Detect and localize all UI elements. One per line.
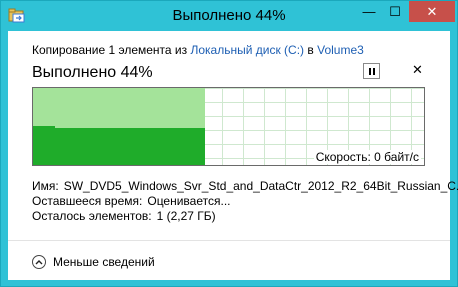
maximize-button[interactable]: ☐ xyxy=(382,1,408,22)
speed-area xyxy=(33,128,205,165)
destination-link[interactable]: Volume3 xyxy=(317,43,364,57)
name-value: SW_DVD5_Windows_Svr_Std_and_DataCtr_2012… xyxy=(63,179,458,193)
items-label: Осталось элементов: xyxy=(32,209,152,223)
pause-button[interactable] xyxy=(363,63,380,79)
progress-graph: Скорость: 0 байт/с xyxy=(32,87,425,166)
time-label: Оставшееся время: xyxy=(32,194,143,208)
items-row: Осталось элементов: 1 (2,27 ГБ) xyxy=(32,209,458,224)
time-row: Оставшееся время: Оценивается... xyxy=(32,194,458,209)
source-link[interactable]: Локальный диск (C:) xyxy=(190,43,304,57)
name-row: Имя: SW_DVD5_Windows_Svr_Std_and_DataCtr… xyxy=(32,179,458,194)
speed-label: Скорость: 0 байт/с xyxy=(313,150,421,164)
window-close-button[interactable]: ✕ xyxy=(409,1,455,22)
copy-prefix: Копирование 1 элемента из xyxy=(32,43,188,57)
chevron-up-icon xyxy=(32,255,46,269)
copy-middle: в xyxy=(307,43,314,57)
less-details-button[interactable]: Меньше сведений xyxy=(32,255,155,269)
copy-dialog-window: Выполнено 44% — ☐ ✕ Копирование 1 элемен… xyxy=(0,0,458,287)
progress-title: Выполнено 44% xyxy=(32,64,153,81)
copy-description: Копирование 1 элемента из Локальный диск… xyxy=(32,43,364,57)
title-bar[interactable]: Выполнено 44% — ☐ ✕ xyxy=(1,1,457,31)
pause-icon-bar xyxy=(372,67,375,75)
time-value: Оценивается... xyxy=(147,194,231,208)
details-panel: Имя: SW_DVD5_Windows_Svr_Std_and_DataCtr… xyxy=(32,179,458,224)
speed-line xyxy=(33,126,55,128)
divider xyxy=(8,240,450,241)
items-value: 1 (2,27 ГБ) xyxy=(156,209,216,223)
name-label: Имя: xyxy=(32,179,59,193)
cancel-copy-button[interactable]: ✕ xyxy=(412,62,423,78)
dialog-content: Копирование 1 элемента из Локальный диск… xyxy=(8,31,458,280)
minimize-button[interactable]: — xyxy=(356,1,382,22)
less-details-label: Меньше сведений xyxy=(53,255,155,269)
pause-icon xyxy=(368,67,371,75)
